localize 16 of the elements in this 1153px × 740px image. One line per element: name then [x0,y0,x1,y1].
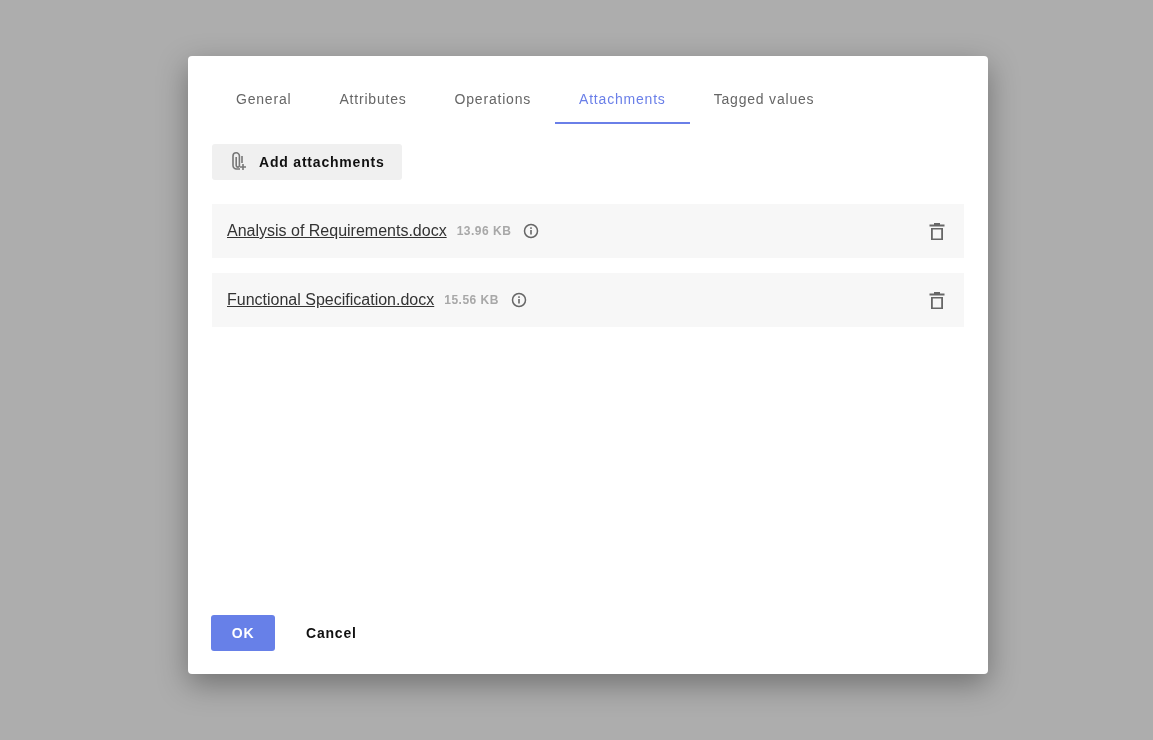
file-size: 15.56 KB [444,293,499,307]
file-link[interactable]: Functional Specification.docx [227,291,435,309]
tab[interactable]: Operations [430,76,556,124]
trash-icon [929,221,945,241]
file-size: 13.96 KB [456,224,512,238]
info-icon[interactable] [523,223,540,239]
trash-icon [929,290,945,310]
ok-button[interactable]: OK [211,615,275,651]
cancel-button[interactable]: Cancel [290,615,373,651]
tab[interactable]: Tagged values [689,76,839,124]
tab[interactable]: Attachments [555,76,690,124]
info-icon[interactable] [510,292,527,308]
tab[interactable]: Attributes [315,76,431,124]
file-link[interactable]: Analysis of Requirements.docx [227,222,447,240]
add-attachments-button[interactable]: Add attachments [212,144,402,180]
tab[interactable]: General [212,76,316,124]
